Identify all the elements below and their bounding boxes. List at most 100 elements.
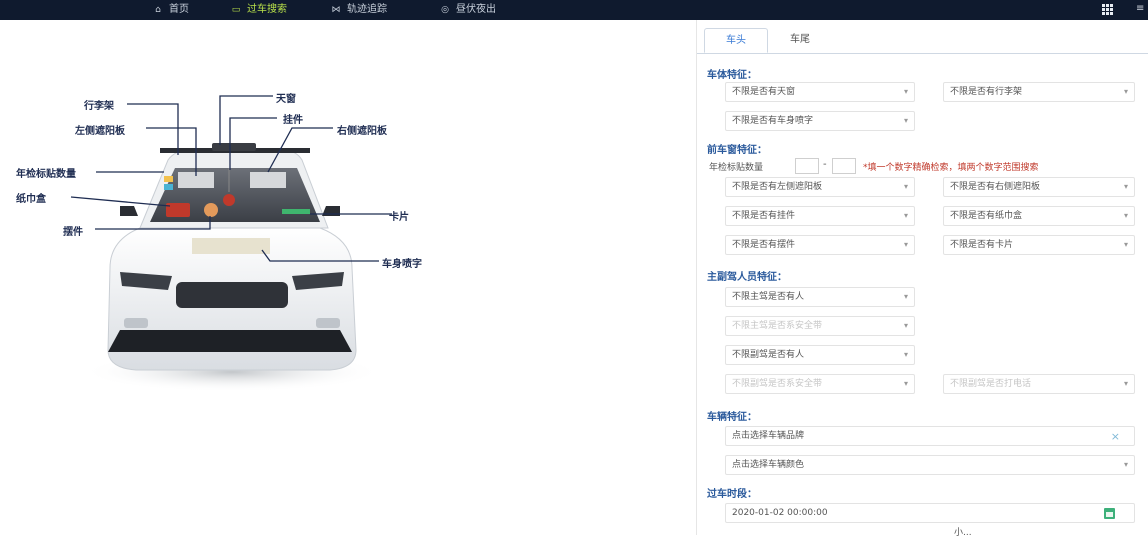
tab-front[interactable]: 车头 (704, 28, 768, 53)
left-mirror (120, 206, 138, 216)
chevron-down-icon: ▾ (903, 321, 908, 330)
nav-label: 首页 (169, 4, 189, 15)
right-visor (250, 172, 286, 188)
select-ornament[interactable]: 不限是否有摆件 ▾ (725, 235, 915, 255)
select-left-visor[interactable]: 不限是否有左侧遮阳板 ▾ (725, 177, 915, 197)
home-icon: ⌂ (155, 5, 161, 15)
label-inspection-sticker: 年检标贴数量 (16, 169, 76, 180)
top-navigation-bar: ⌂ 首页 ▭ 过车搜索 ⋈ 轨迹追踪 ◎ 昼伏夜出 ≡ (0, 0, 1148, 20)
select-value: 不限是否有左侧遮阳板 (732, 182, 823, 192)
label-luggage-rack: 行李架 (84, 101, 114, 112)
select-value: 不限主驾是否系安全带 (732, 321, 823, 331)
select-pendant[interactable]: 不限是否有挂件 ▾ (725, 206, 915, 226)
select-value: 不限副驾是否系安全带 (732, 379, 823, 389)
select-value: 不限是否有车身喷字 (732, 116, 814, 126)
tab-bar-line (697, 53, 1148, 54)
section-driver-features: 主副驾人员特征： (707, 272, 787, 283)
select-co-seatbelt[interactable]: 不限副驾是否系安全带 ▾ (725, 374, 915, 394)
select-color[interactable]: 点击选择车辆颜色 ▾ (725, 455, 1135, 475)
datetime-input[interactable]: 2020-01-02 00:00:00 (725, 503, 1135, 523)
select-value: 不限是否有天窗 (732, 87, 796, 97)
chevron-down-icon: ▾ (1123, 379, 1128, 388)
section-window-features: 前车窗特征： (707, 145, 767, 156)
chevron-down-icon: ▾ (903, 240, 908, 249)
select-value: 不限主驾是否有人 (732, 292, 805, 302)
select-right-visor[interactable]: 不限是否有右侧遮阳板 ▾ (943, 177, 1135, 197)
select-luggage-rack[interactable]: 不限是否有行李架 ▾ (943, 82, 1135, 102)
grille (176, 282, 288, 308)
label-sunroof: 天窗 (276, 94, 296, 105)
ornament (204, 203, 218, 217)
sunroof (212, 143, 256, 151)
fog-light (124, 318, 148, 328)
select-value: 不限副驾是否打电话 (950, 379, 1032, 389)
select-value: 点击选择车辆品牌 (732, 431, 805, 441)
nav-item-night[interactable]: ◎ 昼伏夜出 (440, 3, 496, 17)
label-card: 卡片 (389, 212, 409, 223)
select-value: 不限是否有卡片 (950, 240, 1014, 250)
label-body-lettering: 车身喷字 (382, 259, 422, 270)
apps-grid-icon[interactable] (1102, 4, 1114, 16)
select-value: 不限是否有挂件 (732, 211, 796, 221)
chevron-down-icon: ▾ (1123, 87, 1128, 96)
bumper (108, 330, 352, 352)
select-tissue-box[interactable]: 不限是否有纸巾盒 ▾ (943, 206, 1135, 226)
chevron-down-icon: ▾ (903, 87, 908, 96)
label-tissue-box: 纸巾盒 (16, 194, 46, 205)
nav-item-vehicle-search[interactable]: ▭ 过车搜索 (231, 3, 287, 17)
fog-light (316, 318, 340, 328)
datetime-value: 2020-01-02 00:00:00 (732, 508, 828, 518)
chevron-down-icon: ▾ (903, 211, 908, 220)
pendant (223, 194, 235, 206)
chevron-down-icon: ▾ (903, 379, 908, 388)
inspection-sticker (164, 184, 173, 190)
section-body-features: 车体特征： (707, 70, 757, 81)
chevron-down-icon: ▾ (1123, 211, 1128, 220)
select-co-driver[interactable]: 不限副驾是否有人 ▾ (725, 345, 915, 365)
sticker-min-input[interactable] (795, 158, 819, 174)
select-brand[interactable]: 点击选择车辆品牌 × (725, 426, 1135, 446)
sticker-count-label: 年检标贴数量 (709, 163, 764, 173)
chevron-down-icon: ▾ (903, 116, 908, 125)
monitor-icon: ▭ (231, 5, 241, 15)
nav-label: 过车搜索 (247, 4, 287, 15)
menu-icon[interactable]: ≡ (1136, 3, 1144, 14)
select-body-lettering[interactable]: 不限是否有车身喷字 ▾ (725, 111, 915, 131)
label-left-visor: 左侧遮阳板 (75, 126, 125, 137)
select-value: 不限是否有右侧遮阳板 (950, 182, 1041, 192)
select-main-seatbelt[interactable]: 不限主驾是否系安全带 ▾ (725, 316, 915, 336)
select-main-driver[interactable]: 不限主驾是否有人 ▾ (725, 287, 915, 307)
target-icon: ◎ (441, 5, 449, 15)
tab-rear[interactable]: 车尾 (772, 28, 828, 53)
sticker-hint: *填一个数字精确检索，填两个数字范围搜索 (863, 163, 1039, 173)
label-ornament: 摆件 (63, 227, 83, 238)
select-card[interactable]: 不限是否有卡片 ▾ (943, 235, 1135, 255)
hood-lettering (192, 238, 270, 254)
nav-label: 昼伏夜出 (456, 4, 496, 15)
nav-label: 轨迹追踪 (347, 4, 387, 15)
chevron-down-icon: ▾ (1123, 240, 1128, 249)
nav-item-track[interactable]: ⋈ 轨迹追踪 (331, 3, 388, 17)
car-diagram (70, 95, 392, 392)
clear-icon[interactable]: × (1111, 428, 1120, 445)
select-sunroof[interactable]: 不限是否有天窗 ▾ (725, 82, 915, 102)
tissue-box (166, 203, 190, 217)
select-value: 不限是否有行李架 (950, 87, 1023, 97)
select-value: 不限是否有纸巾盒 (950, 211, 1023, 221)
select-co-phone[interactable]: 不限副驾是否打电话 ▾ (943, 374, 1135, 394)
inspection-sticker (164, 176, 173, 182)
share-icon: ⋈ (331, 5, 341, 15)
label-right-visor: 右侧遮阳板 (337, 126, 387, 137)
chevron-down-icon: ▾ (903, 350, 908, 359)
calendar-icon[interactable] (1104, 508, 1115, 519)
chevron-down-icon: ▾ (1123, 460, 1128, 469)
sticker-max-input[interactable] (832, 158, 856, 174)
label-pendant: 挂件 (283, 115, 303, 126)
select-value: 不限副驾是否有人 (732, 350, 805, 360)
section-vehicle-features: 车辆特征： (707, 412, 757, 423)
watermark-text: 小... (954, 528, 972, 538)
section-time: 过车时段： (707, 489, 757, 500)
range-dash: - (823, 159, 827, 170)
select-value: 点击选择车辆颜色 (732, 460, 805, 470)
nav-item-home[interactable]: ⌂ 首页 (153, 3, 189, 17)
